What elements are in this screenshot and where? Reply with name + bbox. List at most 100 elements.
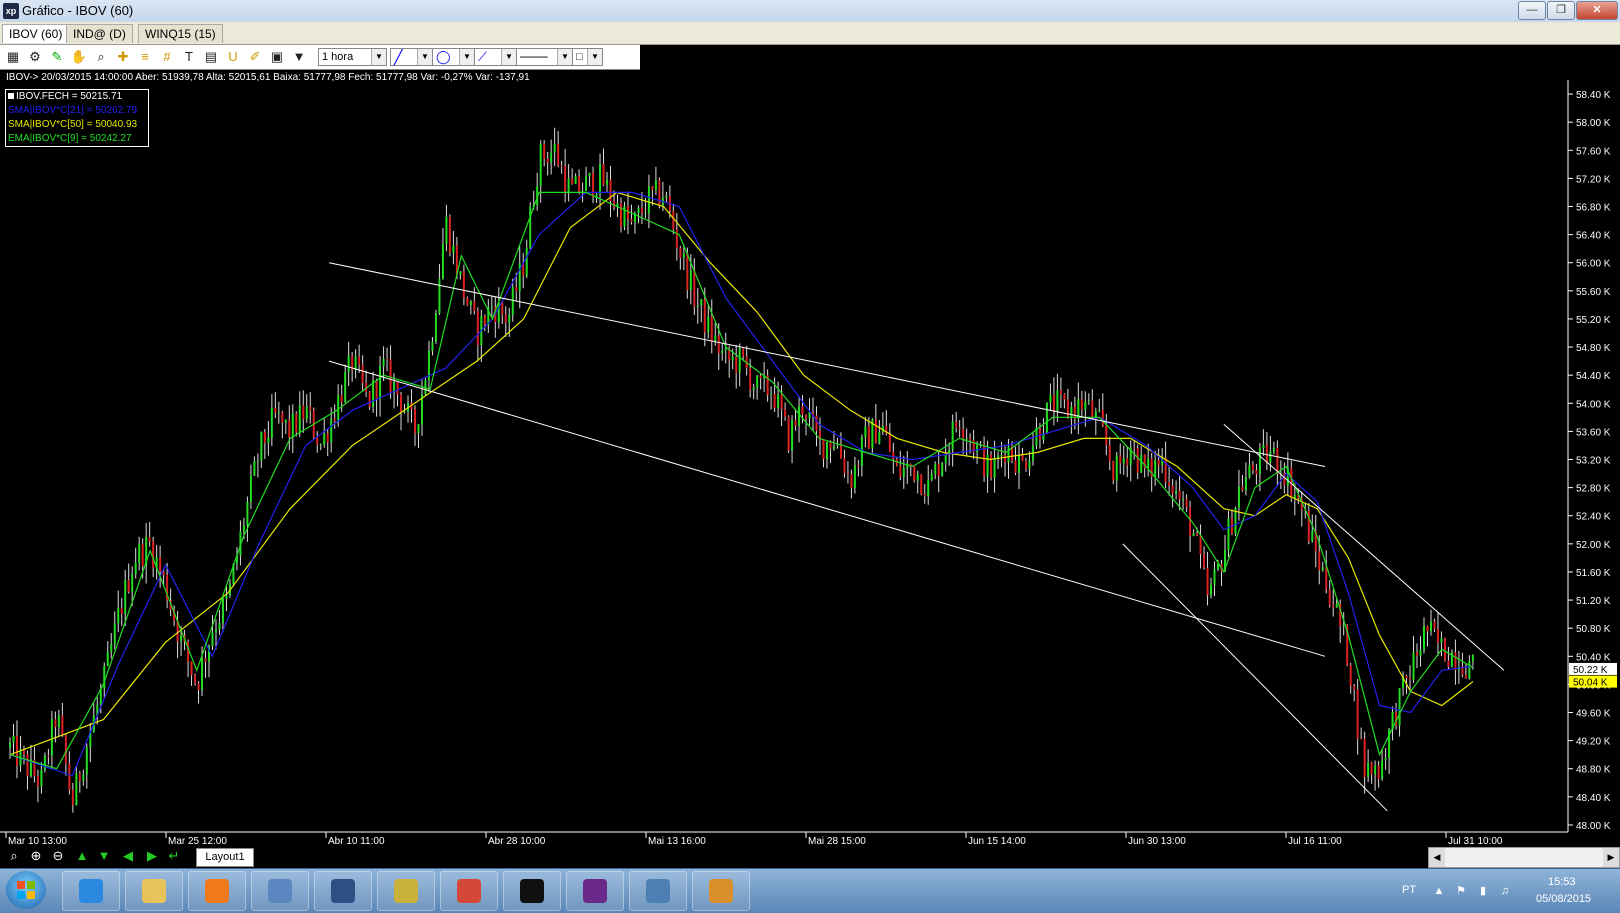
candle-body bbox=[1206, 567, 1209, 596]
chart-icon[interactable]: ▦ bbox=[4, 48, 22, 66]
chevron-down-icon[interactable]: ▼ bbox=[557, 49, 572, 65]
fibonacci-tool-select[interactable]: ⟋ ▼ bbox=[474, 48, 517, 66]
candle-body bbox=[958, 427, 961, 430]
candle-body bbox=[1175, 490, 1178, 494]
tab-winq15-15[interactable]: WINQ15 (15) bbox=[138, 24, 223, 43]
candle-body bbox=[997, 455, 1000, 458]
text-icon[interactable]: T bbox=[180, 48, 198, 66]
price-chart[interactable]: 58.40 K 58.00 K 57.60 K 57.20 K 56.80 K 56.40… bbox=[0, 80, 1620, 846]
chevron-down-icon[interactable]: ▼ bbox=[501, 49, 516, 65]
horizontal-scrollbar[interactable]: ◀ ▶ bbox=[1428, 847, 1620, 868]
chevron-down-icon[interactable]: ▼ bbox=[587, 49, 602, 65]
taskbar-app-profit-app[interactable] bbox=[566, 871, 624, 911]
start-button[interactable] bbox=[6, 871, 46, 909]
candle-body bbox=[742, 347, 745, 357]
taskbar-app-media-player[interactable] bbox=[188, 871, 246, 911]
candle-body bbox=[654, 180, 657, 190]
scroll-right-icon[interactable]: ▶ bbox=[1603, 848, 1619, 867]
candle-body bbox=[354, 356, 357, 371]
indicator-legend[interactable]: IBOV.FECH = 50215.71 SMA|IBOV*C[21] = 50… bbox=[5, 89, 149, 147]
hand-icon[interactable]: ✋ bbox=[70, 48, 88, 66]
clock-date[interactable]: 05/08/2015 bbox=[1536, 893, 1591, 905]
language-indicator[interactable]: PT bbox=[1402, 884, 1416, 896]
candle-body bbox=[379, 366, 382, 400]
chevron-down-icon[interactable]: ▼ bbox=[459, 49, 474, 65]
scroll-left-icon[interactable]: ◀ bbox=[1429, 848, 1445, 867]
y-tick-label: 54.80 K bbox=[1576, 343, 1611, 354]
candle-body bbox=[665, 195, 668, 198]
horizontal-lines-icon[interactable]: ≡ bbox=[136, 48, 154, 66]
tray-expand-icon[interactable]: ▲ bbox=[1432, 884, 1446, 898]
color-select[interactable]: □ ▼ bbox=[572, 48, 603, 66]
candle-body bbox=[1000, 455, 1003, 457]
maximize-button[interactable]: ❐ bbox=[1547, 1, 1575, 20]
magnifier-icon[interactable]: ⌕ bbox=[92, 48, 110, 66]
period-select[interactable]: 1 hora ▼ bbox=[318, 48, 387, 66]
candle-body bbox=[57, 715, 60, 728]
taskbar-app-network-app[interactable] bbox=[251, 871, 309, 911]
line-style-icon: ─── bbox=[520, 49, 548, 64]
arrow-left-icon[interactable]: ◀ bbox=[120, 848, 136, 864]
window-titlebar[interactable]: xp Gráfico - IBOV (60) — ❐ ✕ bbox=[0, 0, 1620, 23]
sma50-line bbox=[9, 191, 1474, 756]
candle-body bbox=[1416, 652, 1419, 656]
arrow-up-icon[interactable]: ▲ bbox=[74, 848, 90, 864]
taskbar-app-hp-app[interactable] bbox=[314, 871, 372, 911]
zoom-fit-icon[interactable]: ⌕ bbox=[6, 848, 22, 864]
settings-icon[interactable]: ⚙ bbox=[26, 48, 44, 66]
candle-body bbox=[267, 437, 270, 444]
candle-body bbox=[1335, 604, 1338, 608]
minimize-button[interactable]: — bbox=[1518, 1, 1546, 20]
legend-swatch-white bbox=[8, 93, 14, 99]
candle-body bbox=[815, 415, 818, 431]
volume-icon[interactable]: ♫ bbox=[1498, 884, 1512, 898]
filter-icon[interactable]: ▼ bbox=[290, 48, 308, 66]
legend-sma50: SMA|IBOV*C[50] = 50040.93 bbox=[8, 119, 138, 130]
taskbar-app-photo-app[interactable] bbox=[629, 871, 687, 911]
y-tick-label: 53.60 K bbox=[1576, 427, 1611, 438]
candle-body bbox=[82, 774, 85, 781]
taskbar-app-paint-app[interactable] bbox=[692, 871, 750, 911]
candle-body bbox=[249, 475, 252, 502]
taskbar-app-internet-explorer[interactable] bbox=[62, 871, 120, 911]
chevron-down-icon[interactable]: ▼ bbox=[371, 49, 386, 65]
network-signal-icon[interactable]: ▮ bbox=[1476, 884, 1490, 898]
candle-body bbox=[955, 421, 958, 428]
candle-body bbox=[1059, 390, 1062, 395]
legend-sma21: SMA|IBOV*C[21] = 50262.79 bbox=[8, 105, 138, 116]
magnet-icon[interactable]: U bbox=[224, 48, 242, 66]
candle-body bbox=[242, 525, 245, 532]
x-tick-label: Mai 28 15:00 bbox=[808, 836, 866, 846]
candle-body bbox=[832, 445, 835, 449]
line-tool-select[interactable]: ╱ ▼ bbox=[390, 48, 433, 66]
flag-icon[interactable]: ⚑ bbox=[1454, 884, 1468, 898]
zoom-in-icon[interactable]: ⊕ bbox=[28, 848, 44, 864]
layout-tab[interactable]: Layout1 bbox=[196, 848, 254, 867]
candle-body bbox=[106, 651, 109, 667]
candle-body bbox=[260, 432, 263, 461]
tab-ind-d[interactable]: IND@ (D) bbox=[66, 24, 133, 43]
chevron-down-icon[interactable]: ▼ bbox=[417, 49, 432, 65]
arrow-down-icon[interactable]: ▼ bbox=[96, 848, 112, 864]
clock-time[interactable]: 15:53 bbox=[1548, 876, 1576, 888]
x-tick-label: Jun 15 14:00 bbox=[968, 836, 1026, 846]
taskbar-app-xp-app[interactable] bbox=[503, 871, 561, 911]
shape-tool-select[interactable]: ◯ ▼ bbox=[432, 48, 475, 66]
line-style-select[interactable]: ─── ▼ bbox=[516, 48, 573, 66]
calculator-icon[interactable]: ▤ bbox=[202, 48, 220, 66]
close-button[interactable]: ✕ bbox=[1576, 1, 1618, 20]
candle-body bbox=[246, 501, 249, 526]
candle-body bbox=[1328, 589, 1331, 605]
arrow-right-icon[interactable]: ▶ bbox=[144, 848, 160, 864]
brush-icon[interactable]: ✐ bbox=[246, 48, 264, 66]
arrow-return-icon[interactable]: ↵ bbox=[166, 848, 182, 864]
zoom-out-icon[interactable]: ⊖ bbox=[50, 848, 66, 864]
taskbar-app-archive-app[interactable] bbox=[377, 871, 435, 911]
tab-ibov-60[interactable]: IBOV (60) bbox=[2, 24, 70, 43]
taskbar-app-chrome[interactable] bbox=[440, 871, 498, 911]
trash-icon[interactable]: ▣ bbox=[268, 48, 286, 66]
crosshair-icon[interactable]: ✚ bbox=[114, 48, 132, 66]
taskbar-app-file-explorer[interactable] bbox=[125, 871, 183, 911]
zoom-tool-icon[interactable]: ✎ bbox=[48, 48, 66, 66]
grid-icon[interactable]: # bbox=[158, 48, 176, 66]
